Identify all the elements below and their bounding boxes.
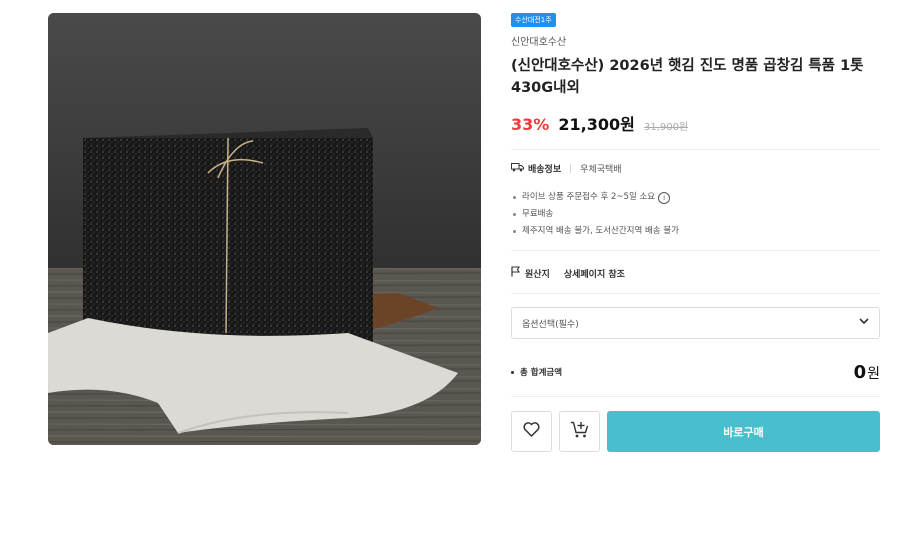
total-row: 총 합계금액 0원 — [511, 360, 880, 384]
shipping-info: 배송정보 | 우체국택배 — [511, 162, 622, 175]
shipping-method: 우체국택배 — [580, 165, 622, 175]
total-amount: 0원 — [853, 361, 880, 383]
cart-icon — [570, 421, 589, 443]
list-item: 제주지역 배송 불가, 도서산간지역 배송 불가 — [513, 223, 679, 240]
info-icon[interactable]: i — [658, 191, 671, 204]
discount-rate: 33% — [511, 115, 550, 134]
list-item: 무료배송 — [513, 206, 679, 223]
total-label: 총 합계금액 — [520, 368, 563, 378]
brand-link[interactable]: 신안대호수산 — [511, 33, 566, 48]
divider — [511, 250, 880, 251]
origin-info: 원산지 상세페이지 참조 — [511, 266, 625, 280]
buy-now-button[interactable]: 바로구매 — [607, 411, 880, 452]
origin-label: 원산지 — [525, 269, 550, 280]
divider — [511, 293, 880, 294]
sale-price: 21,300원 — [558, 115, 635, 134]
option-select[interactable]: 옵션선택(필수) — [511, 307, 880, 339]
shipping-label: 배송정보 — [528, 165, 562, 175]
divider — [511, 396, 880, 397]
original-price: 31,900원 — [643, 122, 689, 133]
wishlist-button[interactable] — [511, 411, 552, 452]
chevron-down-icon — [859, 318, 869, 328]
separator: | — [569, 163, 573, 174]
product-title: (신안대호수산) 2026년 햇김 진도 명품 곱창김 특품 1톳 430G내외 — [511, 58, 864, 96]
add-to-cart-button[interactable] — [559, 411, 600, 452]
total-label-wrap: 총 합계금액 — [511, 366, 562, 378]
product-image — [48, 13, 481, 445]
shipping-notes: 라이브 상품 주문접수 후 2~5일 소요 i 무료배송 제주지역 배송 불가, … — [513, 189, 679, 240]
price-row: 33% 21,300원 31,900원 — [511, 111, 688, 135]
promo-badge: 수산대전1주 — [511, 13, 556, 27]
flag-icon — [511, 266, 521, 280]
divider — [511, 149, 880, 150]
heart-icon — [523, 422, 540, 441]
list-item: 라이브 상품 주문접수 후 2~5일 소요 i — [513, 189, 679, 206]
truck-icon — [511, 162, 524, 175]
option-select-placeholder: 옵션선택(필수) — [522, 319, 579, 330]
origin-value: 상세페이지 참조 — [563, 269, 625, 280]
